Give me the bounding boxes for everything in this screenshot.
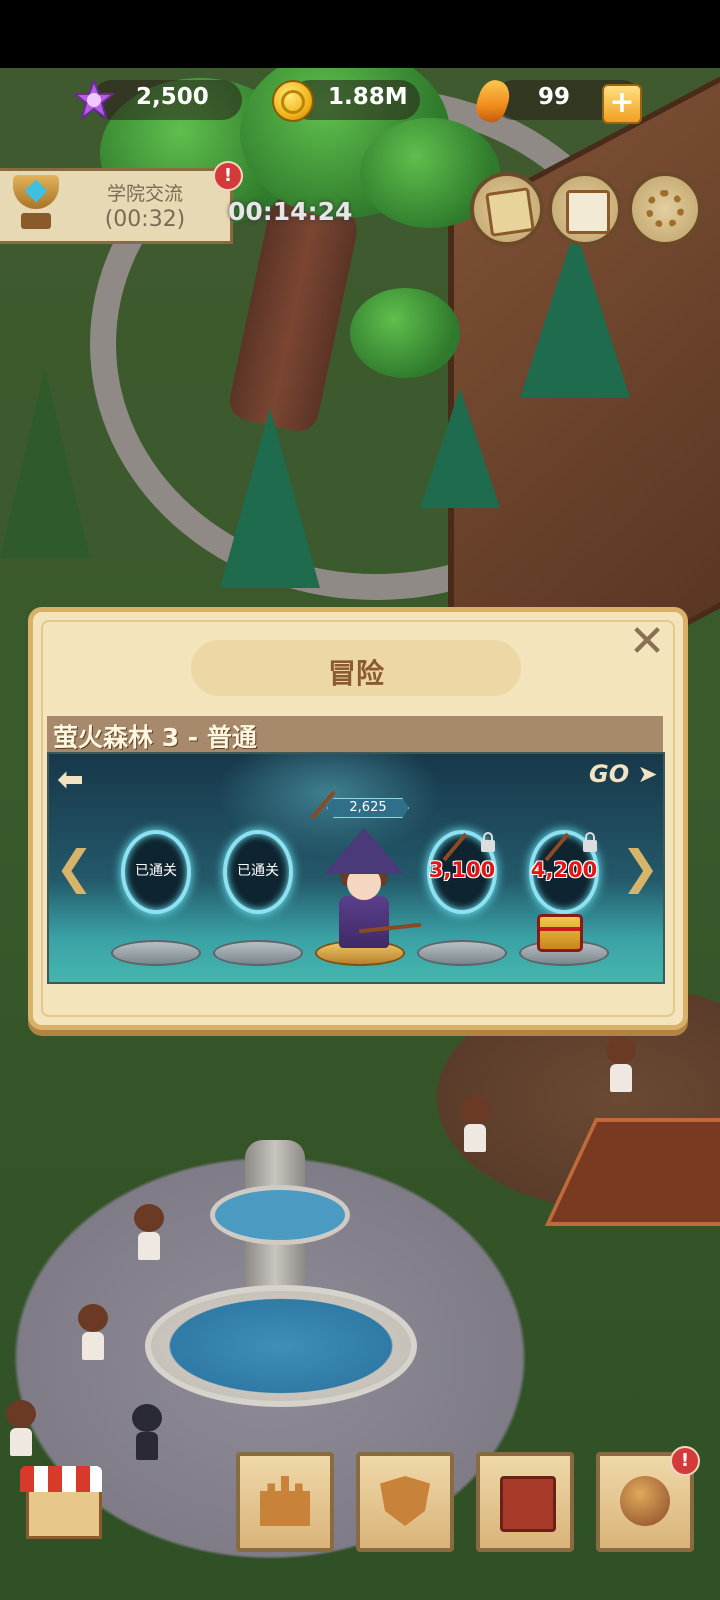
pine-tree	[220, 408, 320, 588]
stage-portal-locked[interactable]: 3,100	[427, 830, 497, 914]
map-button[interactable]	[470, 172, 544, 246]
student-character[interactable]	[132, 1404, 162, 1460]
go-button[interactable]: GO ➤	[589, 760, 658, 788]
close-button[interactable]: ✕	[627, 620, 667, 664]
event-alert-badge: !	[213, 161, 243, 191]
castle-button[interactable]	[236, 1452, 334, 1552]
shield-button[interactable]	[356, 1452, 454, 1552]
student-character[interactable]	[460, 1096, 490, 1152]
student-character[interactable]	[606, 1036, 636, 1092]
trophy-icon	[8, 175, 64, 235]
lock-icon	[481, 832, 495, 852]
fountain-basin	[145, 1285, 417, 1407]
event-countdown: (00:32)	[104, 207, 186, 232]
skull-book-icon	[500, 1476, 556, 1532]
fountain-upper-bowl	[210, 1185, 350, 1245]
student-character[interactable]	[134, 1204, 164, 1260]
level-name-bar: 萤火森林 3 - 普通	[47, 716, 663, 752]
castle-icon	[260, 1476, 310, 1526]
lock-icon	[583, 832, 597, 852]
shop-awning-icon	[20, 1466, 102, 1492]
shop-button[interactable]	[20, 1466, 102, 1539]
world-timer: 00:14:24	[228, 197, 353, 226]
student-character[interactable]	[6, 1400, 36, 1456]
academy-exchange-event[interactable]: 学院交流 (00:32)	[0, 168, 233, 244]
stage-power-requirement: 4,200	[530, 858, 598, 882]
title-banner: 冒险	[191, 640, 521, 696]
checklist-icon	[566, 190, 610, 234]
dialog-title: 冒险	[327, 657, 384, 690]
gem-value: 2,500	[136, 84, 209, 110]
adventure-dialog: 冒险 ✕ 萤火森林 3 - 普通 ⬅ GO ➤ ❮ ❯ 已通关 已通关 3,10…	[28, 607, 688, 1030]
stage-portal-cleared[interactable]: 已通关	[223, 830, 293, 914]
next-chevron-icon[interactable]: ❯	[621, 840, 660, 894]
stage-status-label: 已通关	[237, 863, 279, 879]
back-arrow-button[interactable]: ⬅	[57, 760, 84, 798]
amber-value: 99	[538, 84, 571, 110]
treasure-map-icon	[485, 187, 535, 237]
stage-portal-cleared[interactable]: 已通关	[121, 830, 191, 914]
pine-tree	[420, 388, 500, 508]
prev-chevron-icon[interactable]: ❮	[55, 840, 94, 894]
stage-pad	[213, 940, 303, 966]
bush	[350, 288, 460, 378]
gold-coin-icon	[272, 80, 314, 122]
status-bar-area	[0, 0, 720, 68]
event-title: 学院交流	[106, 183, 183, 205]
book-button[interactable]	[476, 1452, 574, 1552]
menu-alert-badge: !	[670, 1446, 700, 1476]
stage-pad	[417, 940, 507, 966]
stage-status-label: 已通关	[135, 863, 177, 879]
stage-portal-locked[interactable]: 4,200	[529, 830, 599, 914]
stage-pad	[111, 940, 201, 966]
settings-button[interactable]	[628, 172, 702, 246]
stage-map: ⬅ GO ➤ ❮ ❯ 已通关 已通关 3,100 4,200 2,625	[47, 752, 665, 984]
treasure-chest-icon[interactable]	[537, 914, 583, 952]
stage-power-requirement: 3,100	[428, 858, 496, 882]
pine-tree	[520, 228, 630, 398]
gear-icon	[646, 190, 684, 228]
planet-icon	[620, 1476, 670, 1526]
hero-power-badge: 2,625	[327, 798, 409, 818]
add-amber-button[interactable]: +	[602, 84, 642, 124]
wizard-hero[interactable]	[339, 896, 389, 948]
tasks-button[interactable]	[548, 172, 622, 246]
coin-value: 1.88M	[328, 84, 408, 110]
level-name: 萤火森林 3 - 普通	[53, 723, 257, 752]
pine-tree	[0, 368, 90, 558]
purple-gem-icon	[74, 80, 114, 120]
shield-icon	[380, 1476, 430, 1526]
gem-counter: 2,500	[92, 80, 242, 120]
rug	[544, 1118, 720, 1226]
wizard-hat-icon	[324, 828, 404, 874]
student-character[interactable]	[78, 1304, 108, 1360]
